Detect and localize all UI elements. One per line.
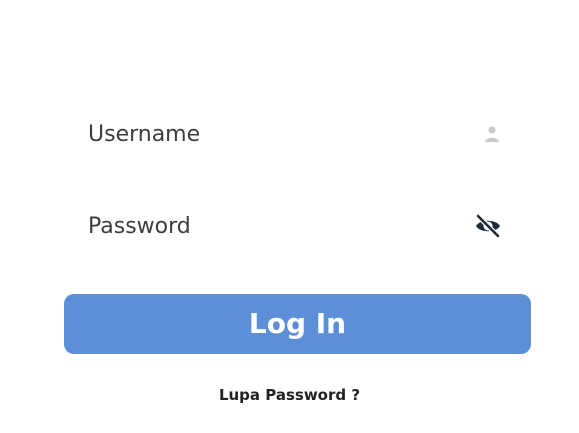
user-icon <box>485 126 499 142</box>
username-input[interactable] <box>70 106 488 162</box>
login-button[interactable]: Log In <box>64 294 531 354</box>
username-field <box>70 106 530 162</box>
eye-off-icon[interactable] <box>474 212 502 240</box>
forgot-password-link[interactable]: Lupa Password ? <box>0 386 579 404</box>
login-screen: Log In Lupa Password ? <box>0 0 579 433</box>
password-input[interactable] <box>70 198 488 254</box>
password-field <box>70 198 530 254</box>
